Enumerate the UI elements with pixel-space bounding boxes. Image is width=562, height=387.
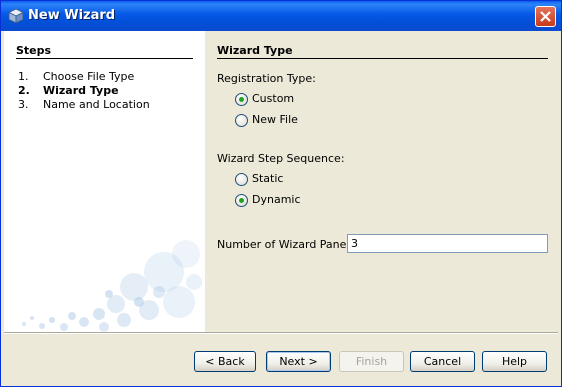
step-label: Choose File Type bbox=[43, 70, 135, 83]
help-button[interactable]: Help bbox=[482, 351, 547, 372]
radio-circle bbox=[235, 114, 248, 127]
title-bar[interactable]: New Wizard bbox=[1, 1, 561, 31]
wizard-type-panel: Wizard Type Registration Type: Custom Ne… bbox=[205, 31, 558, 332]
next-button[interactable]: Next > bbox=[266, 351, 331, 372]
radio-label: New File bbox=[252, 113, 298, 126]
radio-circle bbox=[235, 173, 248, 186]
new-wizard-dialog: New Wizard Steps 1. Choose File Type 2. … bbox=[0, 0, 562, 387]
close-button[interactable] bbox=[535, 6, 556, 27]
step-number: 2. bbox=[18, 84, 30, 97]
radio-selected-dot bbox=[239, 198, 244, 203]
steps-heading: Steps bbox=[16, 44, 52, 57]
wizard-content: Steps 1. Choose File Type 2. Wizard Type… bbox=[4, 31, 558, 332]
radio-label: Dynamic bbox=[252, 193, 301, 206]
step-label: Name and Location bbox=[43, 98, 150, 111]
radio-circle bbox=[235, 194, 248, 207]
panel-heading-rule bbox=[217, 58, 548, 59]
decorative-bubbles bbox=[22, 240, 202, 332]
wizard-panels-input[interactable]: 3 bbox=[347, 234, 548, 253]
button-bar-separator bbox=[4, 332, 558, 334]
wizard-step-sequence-label: Wizard Step Sequence: bbox=[217, 152, 345, 165]
step-number: 1. bbox=[18, 70, 29, 83]
finish-button[interactable]: Finish bbox=[339, 351, 404, 372]
radio-label: Custom bbox=[252, 92, 295, 105]
close-icon bbox=[540, 11, 551, 22]
radio-circle bbox=[235, 93, 248, 106]
step-number: 3. bbox=[18, 98, 29, 111]
radio-selected-dot bbox=[239, 97, 244, 102]
cancel-button[interactable]: Cancel bbox=[410, 351, 475, 372]
window-title: New Wizard bbox=[28, 8, 116, 23]
cube-icon bbox=[8, 8, 24, 24]
steps-heading-rule bbox=[16, 58, 193, 59]
registration-type-label: Registration Type: bbox=[217, 72, 316, 85]
back-button[interactable]: < Back bbox=[194, 351, 256, 372]
wizard-panels-label: Number of Wizard Panels: bbox=[217, 238, 359, 251]
steps-panel: Steps 1. Choose File Type 2. Wizard Type… bbox=[4, 31, 205, 332]
step-label: Wizard Type bbox=[43, 84, 119, 97]
panel-heading: Wizard Type bbox=[217, 44, 293, 57]
radio-label: Static bbox=[252, 172, 284, 185]
